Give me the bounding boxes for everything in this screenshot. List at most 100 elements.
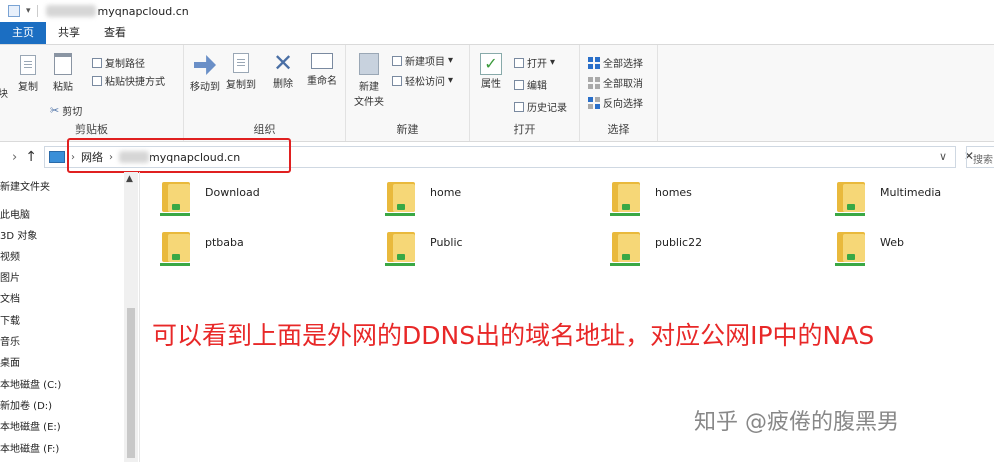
nav-scrollbar-thumb[interactable] <box>127 308 135 458</box>
network-folder-icon[interactable] <box>158 180 196 216</box>
nav-item-this-pc[interactable]: 此电脑 <box>0 206 30 221</box>
new-item-dropdown-icon: ▾ <box>448 55 454 66</box>
title-separator <box>36 5 38 17</box>
paste-label: 粘贴 <box>53 82 73 93</box>
select-none-label: 全部取消 <box>603 79 643 90</box>
scroll-up-icon[interactable]: ▲ <box>126 174 133 184</box>
tab-view[interactable]: 查看 <box>92 22 138 44</box>
cut-button[interactable]: ✂ 剪切 <box>50 103 82 118</box>
nav-item-pictures[interactable]: 图片 <box>0 269 20 284</box>
move-to-label: 移动到 <box>190 82 220 93</box>
nav-item-drive-c[interactable]: 本地磁盘 (C:) <box>0 376 61 391</box>
copy-button[interactable]: 复制 <box>16 55 40 93</box>
navigation-pane: 新建文件夹 此电脑 3D 对象 视频 图片 文档 下载 音乐 桌面 本地磁盘 (… <box>0 172 140 462</box>
properties-button[interactable]: ✓ 属性 <box>476 53 506 90</box>
copy-path-button[interactable]: 复制路径 <box>92 55 145 70</box>
clipboard-icon <box>54 53 72 75</box>
new-item-label: 新建项目 <box>405 57 445 68</box>
copy-icon <box>20 55 36 75</box>
new-item-button[interactable]: 新建项目 ▾ <box>392 53 453 68</box>
easy-access-button[interactable]: 轻松访问 ▾ <box>392 73 453 88</box>
paste-shortcut-button[interactable]: 粘贴快捷方式 <box>92 73 165 88</box>
open-dropdown-icon: ▾ <box>550 57 556 68</box>
address-highlight-box <box>67 138 291 173</box>
organize-group: 移动到 复制到 ✕ 删除 重命名 组织 <box>184 45 346 141</box>
folder-label-download[interactable]: Download <box>205 186 260 199</box>
folder-label-multimedia[interactable]: Multimedia <box>880 186 941 199</box>
paste-shortcut-label: 粘贴快捷方式 <box>105 77 165 88</box>
open-label: 打开 <box>527 59 547 70</box>
nav-item-documents[interactable]: 文档 <box>0 290 20 305</box>
nav-item-drive-f[interactable]: 本地磁盘 (F:) <box>0 440 59 455</box>
recent-locations-icon[interactable]: › <box>12 150 17 165</box>
folder-label-public[interactable]: Public <box>430 236 463 249</box>
easy-access-icon <box>392 75 402 86</box>
select-none-button[interactable]: 全部取消 <box>588 75 643 90</box>
select-all-button[interactable]: 全部选择 <box>588 55 643 70</box>
open-group-label: 打开 <box>513 123 536 136</box>
delete-button[interactable]: ✕ 删除 <box>270 51 296 90</box>
network-folder-icon[interactable] <box>383 230 421 266</box>
new-group-label: 新建 <box>396 123 419 136</box>
network-folder-icon[interactable] <box>833 230 871 266</box>
new-folder-label-2: 文件夹 <box>354 97 384 108</box>
quick-access-dropdown-icon[interactable]: ▾ <box>26 6 31 16</box>
nav-item-new-folder[interactable]: 新建文件夹 <box>0 178 50 193</box>
paste-button[interactable]: 粘贴 <box>50 53 76 93</box>
copy-to-label: 复制到 <box>226 80 256 91</box>
organize-group-label: 组织 <box>253 123 276 136</box>
nav-item-downloads[interactable]: 下载 <box>0 312 20 327</box>
network-folder-icon[interactable] <box>608 180 646 216</box>
nav-scrollbar[interactable]: ▲ <box>124 172 138 462</box>
rename-icon <box>311 53 333 69</box>
folder-label-public22[interactable]: public22 <box>655 236 702 249</box>
cut-partial-label[interactable]: 块 <box>0 85 8 100</box>
open-group: ✓ 属性 打开 ▾ 编辑 历史记录 打开 <box>470 45 580 141</box>
invert-selection-button[interactable]: 反向选择 <box>588 95 643 110</box>
ribbon-tabs: 主页 共享 查看 <box>0 22 994 44</box>
copy-to-icon <box>233 53 249 73</box>
edit-icon <box>514 79 524 90</box>
network-folder-icon[interactable] <box>383 180 421 216</box>
edit-button[interactable]: 编辑 <box>514 77 547 92</box>
tab-share[interactable]: 共享 <box>46 22 92 44</box>
nav-item-drive-d[interactable]: 新加卷 (D:) <box>0 397 52 412</box>
rename-button[interactable]: 重命名 <box>304 53 340 87</box>
clipboard-group-label: 剪贴板 <box>75 123 108 136</box>
search-input[interactable]: 搜索 <box>966 146 994 168</box>
network-folder-icon[interactable] <box>608 230 646 266</box>
tab-home[interactable]: 主页 <box>0 22 46 44</box>
network-folder-icon[interactable] <box>833 180 871 216</box>
new-item-icon <box>392 55 402 66</box>
copy-to-button[interactable]: 复制到 <box>224 53 258 91</box>
address-dropdown-icon[interactable]: ∨ <box>939 150 947 163</box>
edit-label: 编辑 <box>527 81 547 92</box>
easy-access-label: 轻松访问 <box>405 77 445 88</box>
paste-shortcut-icon <box>92 75 102 86</box>
new-folder-button[interactable]: 新建 文件夹 <box>352 53 386 108</box>
quick-access-icon[interactable] <box>8 5 20 17</box>
folder-label-home[interactable]: home <box>430 186 461 199</box>
nav-item-drive-e[interactable]: 本地磁盘 (E:) <box>0 418 61 433</box>
nav-item-videos[interactable]: 视频 <box>0 248 20 263</box>
history-icon <box>514 101 524 112</box>
move-to-button[interactable]: 移动到 <box>188 55 222 93</box>
history-button[interactable]: 历史记录 <box>514 99 567 114</box>
network-folder-icon[interactable] <box>158 230 196 266</box>
nav-item-music[interactable]: 音乐 <box>0 333 20 348</box>
nav-item-desktop[interactable]: 桌面 <box>0 354 20 369</box>
window-title: myqnapcloud.cn <box>97 4 189 18</box>
delete-x-icon: ✕ <box>272 49 294 77</box>
folder-label-ptbaba[interactable]: ptbaba <box>205 236 244 249</box>
open-button[interactable]: 打开 ▾ <box>514 55 555 70</box>
folder-label-homes[interactable]: homes <box>655 186 692 199</box>
invert-selection-icon <box>588 96 600 109</box>
rename-label: 重命名 <box>307 76 337 87</box>
up-arrow-icon[interactable]: ↑ <box>25 149 37 165</box>
nav-item-3d-objects[interactable]: 3D 对象 <box>0 227 37 242</box>
select-all-label: 全部选择 <box>603 59 643 70</box>
new-folder-icon <box>359 53 379 75</box>
folder-label-web[interactable]: Web <box>880 236 904 249</box>
clipboard-group: 块 复制 粘贴 复制路径 粘贴快捷方式 ✂ 剪切 剪贴板 <box>0 45 184 141</box>
properties-check-icon: ✓ <box>480 53 502 75</box>
